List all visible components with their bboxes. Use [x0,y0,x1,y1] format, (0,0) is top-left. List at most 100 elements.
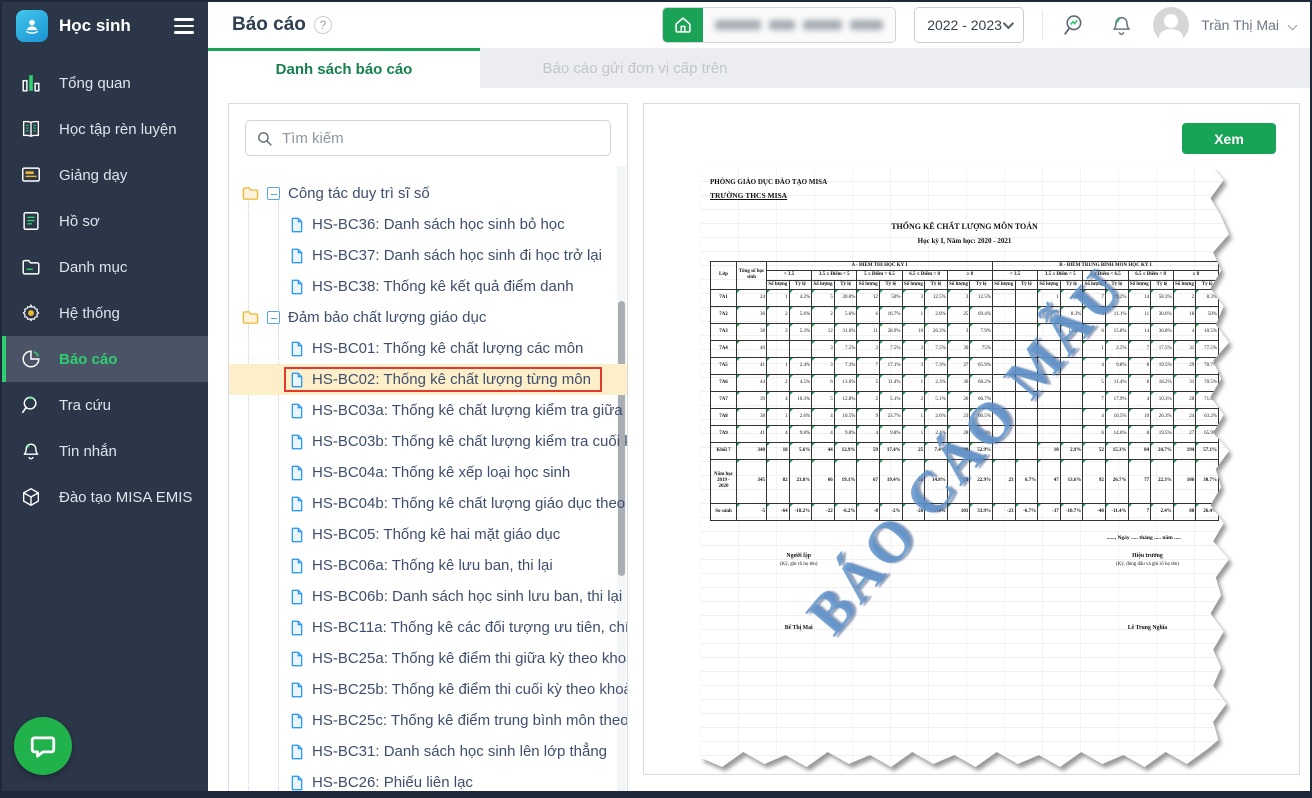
hamburger-menu-icon[interactable] [174,18,194,34]
sidebar-item-2[interactable]: Học tập rèn luyện [2,106,208,152]
sidebar-item-10[interactable]: Đào tạo MISA EMIS [2,474,208,520]
file-icon [290,558,304,574]
tree-item[interactable]: HS-BC25a: Thống kê điểm thi giữa kỳ theo… [229,643,627,674]
sidebar-item-4[interactable]: Hồ sơ [2,198,208,244]
sub-col-header: Tỷ lệ [969,279,993,290]
tree-item[interactable]: HS-BC03b: Thống kê chất lượng kiểm tra c… [229,426,627,457]
table-cell: 36.8% [1150,322,1174,341]
user-avatar[interactable] [1153,7,1190,43]
signature-left-note: (Ký, ghi rõ họ tên) [780,561,818,567]
sidebar-item-label: Giảng dạy [59,166,128,184]
collapse-icon[interactable] [267,187,280,200]
table-cell: 11 [856,322,880,341]
table-cell: 44 [811,441,835,460]
file-icon [290,651,304,667]
tab-report-list[interactable]: Danh sách báo cáo [208,48,480,88]
selected-report-highlight[interactable]: HS-BC02: Thống kê chất lượng từng môn [284,367,602,392]
search-icon [258,131,272,146]
tree-folder[interactable]: Đảm bảo chất lượng giáo dục [229,302,627,333]
sidebar-item-5[interactable]: Danh mục [2,244,208,290]
tree-item-label: HS-BC38: Thống kê kết quả điểm danh [312,278,574,295]
notifications-button[interactable] [1107,11,1135,39]
tree-item[interactable]: HS-BC11a: Thống kê các đối tượng ưu tiên… [229,612,627,643]
table-cell: 33.9% [969,502,993,521]
sidebar-item-8[interactable]: Tra cứu [2,382,208,428]
tree-item[interactable]: HS-BC31: Danh sách học sinh lên lớp thẳn… [229,736,627,767]
tree-item[interactable]: HS-BC06a: Thống kê lưu ban, thi lại [229,550,627,581]
tree-item[interactable]: HS-BC06b: Danh sách học sinh lưu ban, th… [229,581,627,612]
tree-item-label: HS-BC25c: Thống kê điểm trung bình môn t… [312,712,627,729]
sub-col-header: Tỷ lệ [833,279,858,290]
table-cell: 9 [856,407,880,426]
table-cell: 5 [811,288,835,307]
table-cell: 18.2% [1150,373,1174,392]
home-button[interactable] [663,8,704,42]
tree-item[interactable]: HS-BC05: Thống kê hai mặt giáo dục [229,519,627,550]
sidebar: Học sinh Tổng quan Học tập rèn luyện Giảng… [2,2,208,791]
search-box[interactable] [245,120,611,156]
table-cell: 5.6% [788,441,813,460]
global-search-button[interactable] [1061,11,1089,39]
report-table-row: 7A5 41 1 2.4% 3 7.3% 7 17.1% 3 7.3% 27 65.9% 4 9.8% 8 1… [710,356,1219,375]
file-icon [290,217,304,233]
tree-item[interactable]: HS-BC01: Thống kê chất lượng các môn [229,333,627,364]
collapse-icon[interactable] [267,311,280,324]
table-cell: 7.3% [924,356,948,375]
tree-item[interactable]: HS-BC38: Thống kê kết quả điểm danh [229,271,627,302]
tree-item[interactable]: HS-BC26: Phiếu liên lạc [229,767,627,792]
user-menu-chevron-icon[interactable] [1287,20,1298,30]
organization-selector[interactable] [662,7,897,43]
table-cell: 8 [1127,373,1152,392]
sub-col-header: Tỷ lệ [1014,279,1039,290]
tree-item-label: HS-BC01: Thống kê chất lượng các môn [312,340,584,357]
tree-item[interactable]: HS-BC36: Danh sách học sinh bỏ học [229,209,627,240]
sidebar-item-7[interactable]: Báo cáo [2,336,208,382]
table-cell: 2 [1172,288,1197,307]
table-cell: 4.2% [788,288,813,307]
tab-bar: Danh sách báo cáo Báo cáo gửi đơn vị cấp… [208,48,1310,88]
tree-item[interactable]: HS-BC04b: Thống kê chất lượng giáo dục t… [229,488,627,519]
search-input[interactable] [282,129,600,147]
table-cell: 18 [1172,305,1197,324]
sidebar-item-1[interactable]: Tổng quan [2,60,208,106]
sub-col-header: Số lượng [856,279,880,290]
tree-folder[interactable]: Công tác duy trì sĩ số [229,178,627,209]
table-cell [991,288,1016,307]
tree-item[interactable]: HS-BC02: Thống kê chất lượng từng môn [229,364,627,395]
table-cell: 4.5% [788,373,813,392]
table-cell: 6 [1082,424,1106,443]
sidebar-item-9[interactable]: Tin nhắn [2,428,208,474]
sidebar-item-label: Học tập rèn luyện [59,120,177,138]
tab-reports-to-superior[interactable]: Báo cáo gửi đơn vị cấp trên [480,48,790,88]
table-cell: 1 [901,305,926,324]
table-cell: 10.5% [833,407,858,426]
bell-icon [19,439,43,463]
tree-item[interactable]: HS-BC37: Danh sách học sinh đi học trở l… [229,240,627,271]
table-cell: 25 [946,305,971,324]
table-cell: 8.3% [1195,288,1219,307]
chat-support-button[interactable] [14,717,72,775]
table-cell: 12.5% [924,288,948,307]
table-cell: 63.2% [1195,407,1219,426]
table-cell: 27 [1172,424,1197,443]
table-cell: 2 [766,373,790,392]
table-cell: 20.8% [833,288,858,307]
table-cell: 12.9% [833,441,858,460]
tree-item[interactable]: HS-BC25b: Thống kê điểm thi cuối kỳ theo… [229,674,627,705]
tree-item[interactable]: HS-BC25c: Thống kê điểm trung bình môn t… [229,705,627,736]
table-cell: 5 [811,390,835,409]
help-icon[interactable]: ? [313,16,332,34]
divider [1042,10,1044,40]
table-cell [1059,390,1084,409]
sidebar-item-3[interactable]: Giảng dạy [2,152,208,198]
report-table-row: 7A4 40 3 7.5% 3 7.5% 3 7.5% 30 75% 1 2.5% 7 17.5% 31 77… [710,339,1219,358]
view-report-button[interactable]: Xem [1182,123,1276,154]
table-cell: 3 [946,322,971,341]
school-year-select[interactable]: 2022 - 2023 [914,7,1025,43]
tree-item[interactable]: HS-BC04a: Thống kê xếp loại học sinh [229,457,627,488]
gear-icon [19,301,43,325]
sidebar-item-6[interactable]: Hệ thống [2,290,208,336]
report-table-row: 7A6 44 2 4.5% 6 13.6% 5 11.4% 1 2.3% 30 68.2% 5 11.4%… [710,373,1219,392]
signature-date-line: ......, Ngày ..... tháng ..... năm ..... [1106,534,1181,541]
tree-item[interactable]: HS-BC03a: Thống kê chất lượng kiểm tra g… [229,395,627,426]
